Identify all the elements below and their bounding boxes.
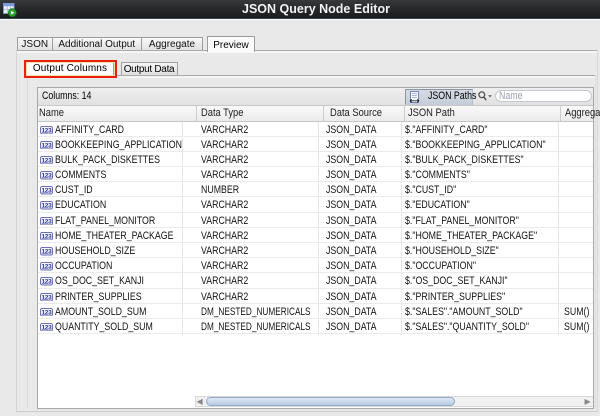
svg-text:123: 123 <box>41 325 52 332</box>
svg-text:123: 123 <box>41 157 52 164</box>
svg-text:123: 123 <box>41 173 52 180</box>
svg-text:123: 123 <box>41 203 52 210</box>
svg-text:123: 123 <box>41 309 52 316</box>
svg-text:123: 123 <box>41 218 52 225</box>
svg-text:123: 123 <box>41 142 52 149</box>
svg-text:123: 123 <box>41 127 52 134</box>
svg-text:123: 123 <box>41 249 52 256</box>
svg-text:123: 123 <box>41 264 52 271</box>
svg-text:123: 123 <box>41 233 52 240</box>
svg-text:123: 123 <box>41 294 52 301</box>
svg-text:123: 123 <box>41 188 52 195</box>
svg-text:123: 123 <box>41 279 52 286</box>
